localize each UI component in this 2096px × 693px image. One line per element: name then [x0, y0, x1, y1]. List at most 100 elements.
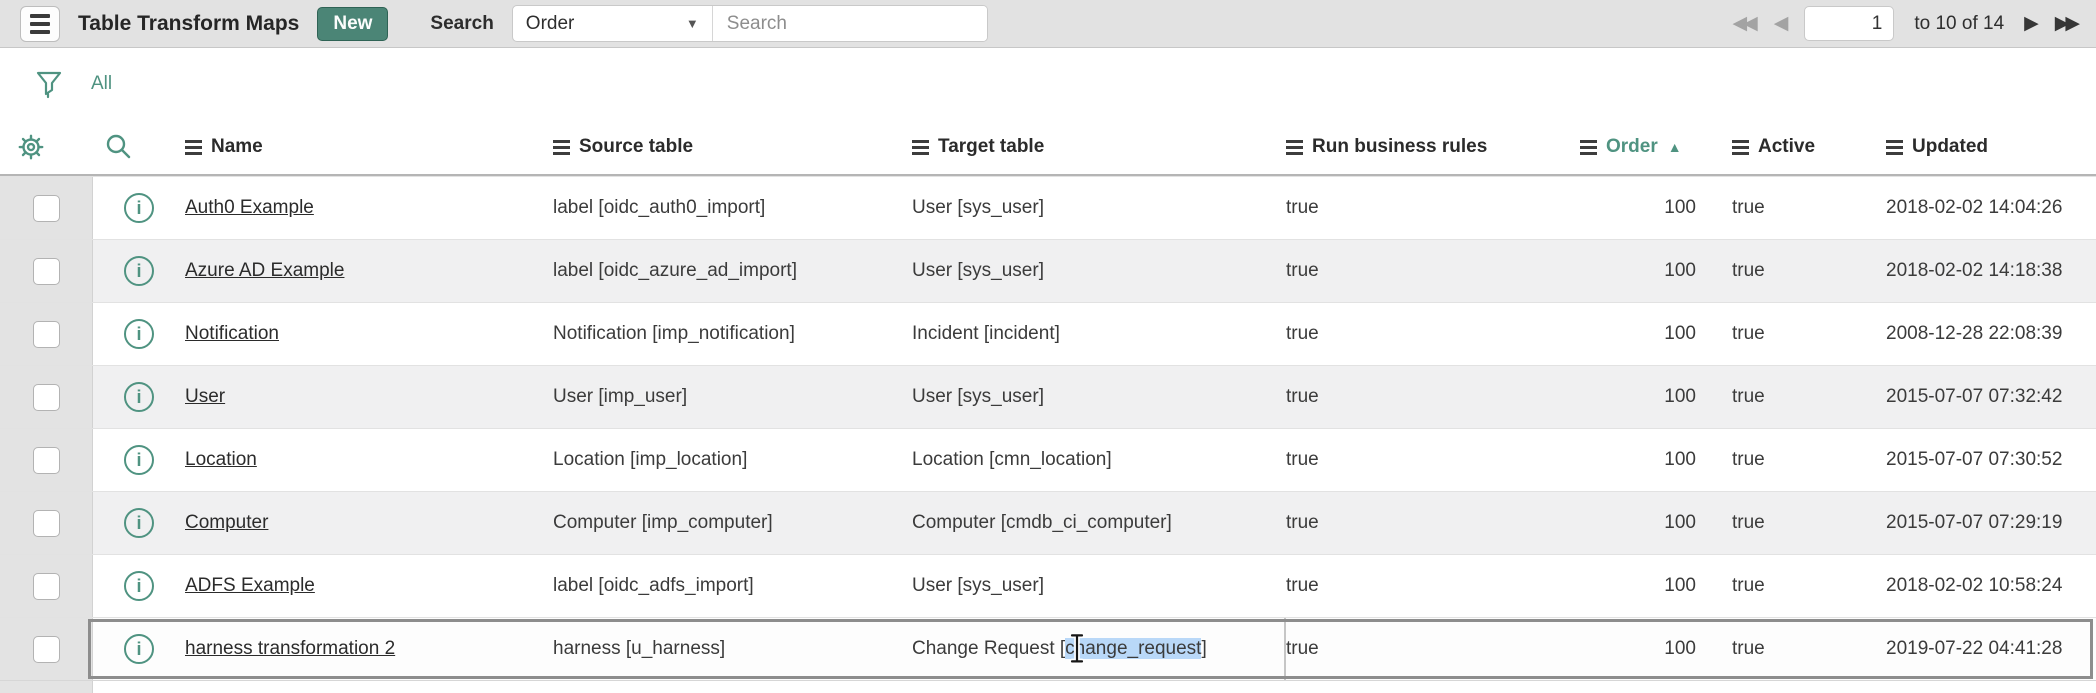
updated-cell[interactable]: 2018-02-02 10:58:24: [1860, 555, 2096, 617]
active-cell[interactable]: true: [1712, 240, 1860, 302]
new-button[interactable]: New: [317, 7, 388, 41]
updated-cell[interactable]: 2015-07-07 07:32:42: [1860, 366, 2096, 428]
updated-cell[interactable]: 2015-07-07 07:29:19: [1860, 492, 2096, 554]
active-cell[interactable]: true: [1712, 177, 1860, 239]
column-header-name[interactable]: Name: [185, 120, 553, 174]
info-icon[interactable]: i: [124, 256, 154, 286]
row-checkbox[interactable]: [33, 573, 60, 600]
row-checkbox[interactable]: [33, 258, 60, 285]
previous-page-icon[interactable]: ◀: [1774, 12, 1785, 35]
target-table-cell[interactable]: User [sys_user]: [912, 177, 1286, 239]
info-icon[interactable]: i: [124, 571, 154, 601]
info-icon[interactable]: i: [124, 445, 154, 475]
source-table-cell[interactable]: Computer [imp_computer]: [553, 492, 912, 554]
record-link[interactable]: harness transformation 2: [185, 638, 395, 660]
run-business-rules-cell[interactable]: true: [1286, 492, 1580, 554]
order-cell[interactable]: 100: [1580, 429, 1712, 491]
row-checkbox[interactable]: [33, 510, 60, 537]
list-context-menu-icon[interactable]: [20, 6, 60, 42]
column-header-source-table[interactable]: Source table: [553, 120, 912, 174]
row-checkbox[interactable]: [33, 636, 60, 663]
updated-cell[interactable]: 2015-07-07 07:30:52: [1860, 429, 2096, 491]
search-icon[interactable]: [103, 132, 133, 162]
record-link[interactable]: Azure AD Example: [185, 260, 344, 282]
row-checkbox[interactable]: [33, 447, 60, 474]
column-menu-icon[interactable]: [553, 140, 570, 155]
active-cell[interactable]: true: [1712, 555, 1860, 617]
active-cell[interactable]: true: [1712, 429, 1860, 491]
updated-cell[interactable]: 2018-02-02 14:18:38: [1860, 240, 2096, 302]
search-field-dropdown[interactable]: Order ▼: [513, 6, 713, 41]
column-menu-icon[interactable]: [1732, 140, 1749, 155]
info-icon[interactable]: i: [124, 193, 154, 223]
breadcrumb-all-link[interactable]: All: [91, 73, 112, 95]
target-table-cell[interactable]: Change Request [change_request]: [912, 618, 1286, 680]
active-cell[interactable]: true: [1712, 492, 1860, 554]
active-cell[interactable]: true: [1712, 618, 1860, 680]
next-page-icon[interactable]: ▶: [2024, 12, 2035, 35]
record-link[interactable]: User: [185, 386, 225, 408]
info-icon[interactable]: i: [124, 508, 154, 538]
target-table-cell[interactable]: User [sys_user]: [912, 366, 1286, 428]
search-input[interactable]: [713, 6, 987, 41]
first-page-icon[interactable]: ◀◀: [1732, 12, 1753, 35]
run-business-rules-cell[interactable]: true: [1286, 177, 1580, 239]
source-table-cell[interactable]: label [oidc_azure_ad_import]: [553, 240, 912, 302]
updated-cell[interactable]: 2019-07-22 04:41:28: [1860, 618, 2096, 680]
updated-cell[interactable]: 2008-12-28 22:08:39: [1860, 303, 2096, 365]
run-business-rules-cell[interactable]: true: [1286, 303, 1580, 365]
order-cell[interactable]: 100: [1580, 492, 1712, 554]
info-icon[interactable]: i: [124, 319, 154, 349]
order-cell[interactable]: 100: [1580, 240, 1712, 302]
run-business-rules-cell[interactable]: true: [1286, 555, 1580, 617]
order-cell[interactable]: 100: [1580, 303, 1712, 365]
active-cell[interactable]: true: [1712, 366, 1860, 428]
row-checkbox[interactable]: [33, 384, 60, 411]
target-table-cell[interactable]: Location [cmn_location]: [912, 429, 1286, 491]
column-header-order[interactable]: Order ▲: [1580, 120, 1712, 174]
target-table-cell[interactable]: Incident [incident]: [912, 303, 1286, 365]
record-link[interactable]: Computer: [185, 512, 268, 534]
column-menu-icon[interactable]: [185, 140, 202, 155]
target-table-cell[interactable]: User [sys_user]: [912, 555, 1286, 617]
target-table-cell[interactable]: Computer [cmdb_ci_computer]: [912, 492, 1286, 554]
column-header-run-business-rules[interactable]: Run business rules: [1286, 120, 1580, 174]
column-header-target-table[interactable]: Target table: [912, 120, 1286, 174]
record-link[interactable]: Location: [185, 449, 257, 471]
gear-icon[interactable]: [16, 132, 46, 162]
row-checkbox[interactable]: [33, 195, 60, 222]
order-cell[interactable]: 100: [1580, 177, 1712, 239]
row-checkbox[interactable]: [33, 321, 60, 348]
run-business-rules-cell[interactable]: true: [1286, 618, 1580, 680]
column-header-updated[interactable]: Updated: [1860, 120, 2096, 174]
column-menu-icon[interactable]: [912, 140, 929, 155]
record-link[interactable]: ADFS Example: [185, 575, 315, 597]
info-icon[interactable]: i: [124, 634, 154, 664]
source-table-cell[interactable]: Location [imp_location]: [553, 429, 912, 491]
page-number-input[interactable]: [1804, 6, 1894, 41]
run-business-rules-cell[interactable]: true: [1286, 366, 1580, 428]
run-business-rules-cell[interactable]: true: [1286, 429, 1580, 491]
source-table-cell[interactable]: harness [u_harness]: [553, 618, 912, 680]
record-link[interactable]: Notification: [185, 323, 279, 345]
run-business-rules-cell[interactable]: true: [1286, 240, 1580, 302]
source-table-cell[interactable]: label [oidc_adfs_import]: [553, 555, 912, 617]
info-icon[interactable]: i: [124, 382, 154, 412]
last-page-icon[interactable]: ▶▶: [2055, 12, 2076, 35]
order-cell[interactable]: 100: [1580, 618, 1712, 680]
column-menu-icon[interactable]: [1286, 140, 1303, 155]
column-menu-icon[interactable]: [1886, 140, 1903, 155]
order-cell[interactable]: 100: [1580, 555, 1712, 617]
filter-funnel-icon[interactable]: [33, 68, 65, 100]
record-link[interactable]: Auth0 Example: [185, 197, 314, 219]
target-table-cell[interactable]: User [sys_user]: [912, 240, 1286, 302]
column-menu-icon[interactable]: [1580, 140, 1597, 155]
order-cell[interactable]: 100: [1580, 366, 1712, 428]
active-cell[interactable]: true: [1712, 303, 1860, 365]
target-table-composite: Change Request [change_request]: [912, 638, 1207, 660]
source-table-cell[interactable]: label [oidc_auth0_import]: [553, 177, 912, 239]
source-table-cell[interactable]: User [imp_user]: [553, 366, 912, 428]
updated-cell[interactable]: 2018-02-02 14:04:26: [1860, 177, 2096, 239]
source-table-cell[interactable]: Notification [imp_notification]: [553, 303, 912, 365]
column-header-active[interactable]: Active: [1712, 120, 1860, 174]
